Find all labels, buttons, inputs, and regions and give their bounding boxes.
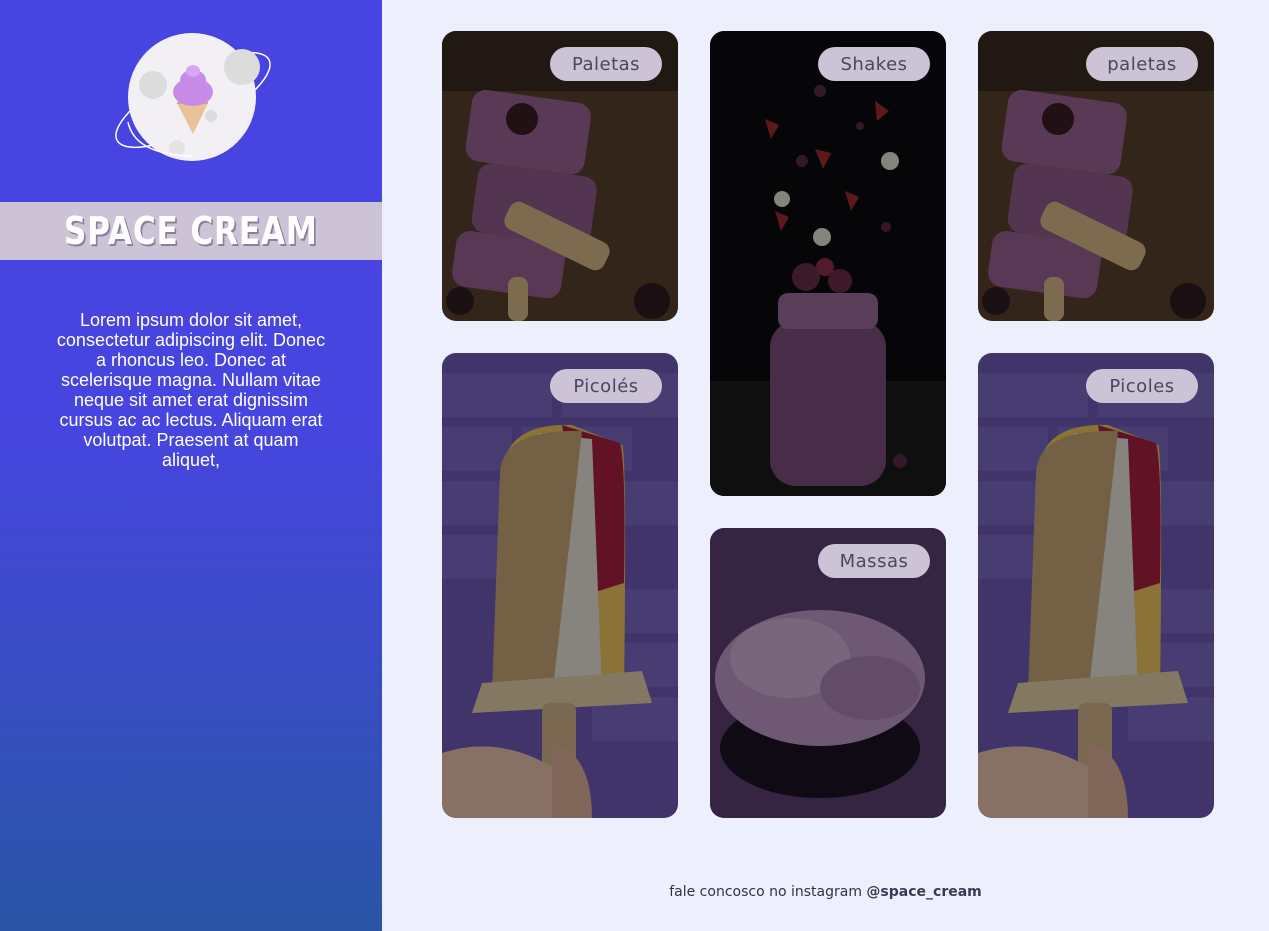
planet-ice-cream-logo-icon: [105, 30, 281, 166]
category-card-picoles[interactable]: Picoles: [978, 353, 1214, 818]
image-overlay: [442, 353, 678, 818]
intro-text: Lorem ipsum dolor sit amet, consectetur …: [56, 310, 326, 470]
category-card-picoles-accent[interactable]: Picolés: [442, 353, 678, 818]
footer: fale concosco no instagram @space_cream: [382, 884, 1269, 900]
card-label-pill: Paletas: [550, 47, 662, 81]
footer-text: fale concosco no instagram: [669, 884, 862, 900]
brand-banner: Space Cream: [0, 202, 382, 260]
category-card-shakes[interactable]: Shakes: [710, 31, 946, 496]
card-label-pill: Picolés: [550, 369, 662, 403]
card-label-pill: paletas: [1086, 47, 1198, 81]
card-label-pill: Massas: [818, 544, 930, 578]
category-card-massas[interactable]: Massas: [710, 528, 946, 818]
category-card-paletas[interactable]: Paletas: [442, 31, 678, 321]
card-label-pill: Shakes: [818, 47, 930, 81]
brand-title: Space Cream: [64, 209, 318, 253]
card-label-pill: Picoles: [1086, 369, 1198, 403]
image-overlay: [978, 353, 1214, 818]
instagram-link[interactable]: @space_cream: [866, 884, 981, 900]
category-card-paletas-2[interactable]: paletas: [978, 31, 1214, 321]
sidebar: Space Cream Lorem ipsum dolor sit amet, …: [0, 0, 382, 931]
image-overlay: [710, 31, 946, 496]
